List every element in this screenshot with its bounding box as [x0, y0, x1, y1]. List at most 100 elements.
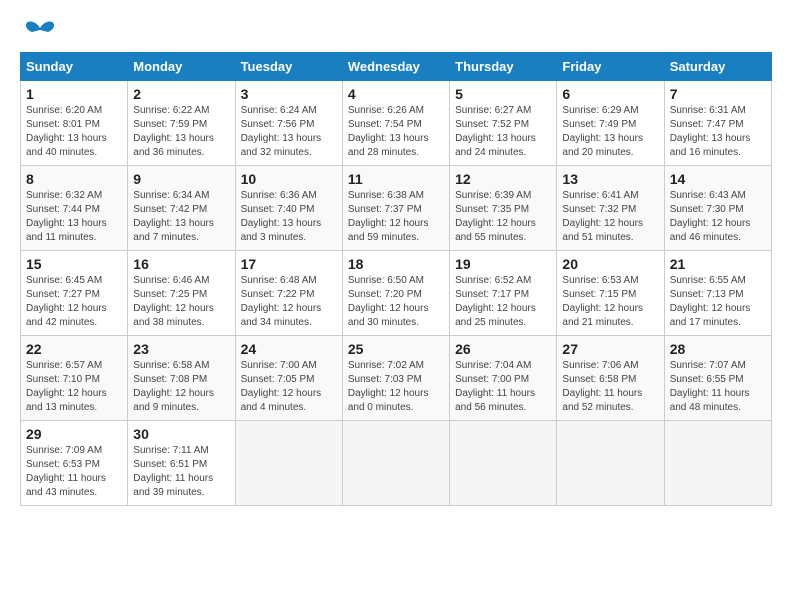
day-info: Sunrise: 7:02 AM Sunset: 7:03 PM Dayligh…	[348, 359, 444, 415]
day-info: Sunrise: 6:45 AM Sunset: 7:27 PM Dayligh…	[26, 274, 122, 330]
day-number: 25	[348, 341, 444, 357]
logo	[20, 20, 56, 42]
calendar-week-row: 22 Sunrise: 6:57 AM Sunset: 7:10 PM Dayli…	[21, 336, 772, 421]
day-number: 1	[26, 86, 122, 102]
day-info: Sunrise: 6:34 AM Sunset: 7:42 PM Dayligh…	[133, 189, 229, 245]
day-header-wednesday: Wednesday	[342, 53, 449, 81]
calendar-cell: 3Sunrise: 6:24 AM Sunset: 7:56 PM Daylig…	[235, 81, 342, 166]
day-number: 5	[455, 86, 551, 102]
calendar-cell: 4 Sunrise: 6:26 AM Sunset: 7:54 PM Daylig…	[342, 81, 449, 166]
calendar-cell: 27 Sunrise: 7:06 AM Sunset: 6:58 PM Dayli…	[557, 336, 664, 421]
calendar-cell: 6Sunrise: 6:29 AM Sunset: 7:49 PM Daylig…	[557, 81, 664, 166]
day-info: Sunrise: 7:06 AM Sunset: 6:58 PM Dayligh…	[562, 359, 658, 415]
calendar-cell: 12 Sunrise: 6:39 AM Sunset: 7:35 PM Dayli…	[450, 166, 557, 251]
calendar-cell	[450, 421, 557, 506]
day-info: Sunrise: 6:53 AM Sunset: 7:15 PM Dayligh…	[562, 274, 658, 330]
day-info: Sunrise: 6:31 AM Sunset: 7:47 PM Dayligh…	[670, 104, 766, 160]
day-info: Sunrise: 6:41 AM Sunset: 7:32 PM Dayligh…	[562, 189, 658, 245]
day-number: 22	[26, 341, 122, 357]
day-info: Sunrise: 6:55 AM Sunset: 7:13 PM Dayligh…	[670, 274, 766, 330]
day-info: Sunrise: 6:38 AM Sunset: 7:37 PM Dayligh…	[348, 189, 444, 245]
calendar-cell	[664, 421, 771, 506]
calendar-cell	[342, 421, 449, 506]
day-number: 19	[455, 256, 551, 272]
day-info: Sunrise: 6:57 AM Sunset: 7:10 PM Dayligh…	[26, 359, 122, 415]
calendar-cell: 1 Sunrise: 6:20 AM Sunset: 8:01 PM Daylig…	[21, 81, 128, 166]
day-number: 15	[26, 256, 122, 272]
day-info: Sunrise: 6:48 AM Sunset: 7:22 PM Dayligh…	[241, 274, 337, 330]
calendar-cell: 25 Sunrise: 7:02 AM Sunset: 7:03 PM Dayli…	[342, 336, 449, 421]
day-info: Sunrise: 7:00 AM Sunset: 7:05 PM Dayligh…	[241, 359, 337, 415]
day-number: 23	[133, 341, 229, 357]
logo-bird-icon	[24, 20, 56, 42]
calendar-week-row: 29 Sunrise: 7:09 AM Sunset: 6:53 PM Dayli…	[21, 421, 772, 506]
day-number: 30	[133, 426, 229, 442]
day-info: Sunrise: 7:07 AM Sunset: 6:55 PM Dayligh…	[670, 359, 766, 415]
calendar-week-row: 1 Sunrise: 6:20 AM Sunset: 8:01 PM Daylig…	[21, 81, 772, 166]
day-info: Sunrise: 6:39 AM Sunset: 7:35 PM Dayligh…	[455, 189, 551, 245]
day-number: 12	[455, 171, 551, 187]
day-info: Sunrise: 6:27 AM Sunset: 7:52 PM Dayligh…	[455, 104, 551, 160]
day-info: Sunrise: 6:20 AM Sunset: 8:01 PM Dayligh…	[26, 104, 122, 160]
calendar-cell: 7 Sunrise: 6:31 AM Sunset: 7:47 PM Daylig…	[664, 81, 771, 166]
calendar-cell: 23 Sunrise: 6:58 AM Sunset: 7:08 PM Dayli…	[128, 336, 235, 421]
day-number: 26	[455, 341, 551, 357]
calendar-cell: 18Sunrise: 6:50 AM Sunset: 7:20 PM Dayli…	[342, 251, 449, 336]
day-number: 21	[670, 256, 766, 272]
calendar-cell: 29 Sunrise: 7:09 AM Sunset: 6:53 PM Dayli…	[21, 421, 128, 506]
day-info: Sunrise: 7:04 AM Sunset: 7:00 PM Dayligh…	[455, 359, 551, 415]
day-header-sunday: Sunday	[21, 53, 128, 81]
day-header-tuesday: Tuesday	[235, 53, 342, 81]
calendar-cell: 26 Sunrise: 7:04 AM Sunset: 7:00 PM Dayli…	[450, 336, 557, 421]
calendar-header-row: SundayMondayTuesdayWednesdayThursdayFrid…	[21, 53, 772, 81]
day-header-friday: Friday	[557, 53, 664, 81]
day-info: Sunrise: 6:58 AM Sunset: 7:08 PM Dayligh…	[133, 359, 229, 415]
day-number: 6	[562, 86, 658, 102]
day-number: 13	[562, 171, 658, 187]
calendar-cell: 8 Sunrise: 6:32 AM Sunset: 7:44 PM Daylig…	[21, 166, 128, 251]
calendar-week-row: 15 Sunrise: 6:45 AM Sunset: 7:27 PM Dayli…	[21, 251, 772, 336]
day-header-monday: Monday	[128, 53, 235, 81]
day-number: 3	[241, 86, 337, 102]
calendar-cell: 11 Sunrise: 6:38 AM Sunset: 7:37 PM Dayli…	[342, 166, 449, 251]
calendar-cell: 13 Sunrise: 6:41 AM Sunset: 7:32 PM Dayli…	[557, 166, 664, 251]
day-number: 18	[348, 256, 444, 272]
day-header-saturday: Saturday	[664, 53, 771, 81]
day-number: 14	[670, 171, 766, 187]
page-header	[20, 20, 772, 42]
day-info: Sunrise: 6:26 AM Sunset: 7:54 PM Dayligh…	[348, 104, 444, 160]
day-number: 10	[241, 171, 337, 187]
day-number: 9	[133, 171, 229, 187]
calendar-cell: 24Sunrise: 7:00 AM Sunset: 7:05 PM Dayli…	[235, 336, 342, 421]
day-number: 29	[26, 426, 122, 442]
calendar-cell: 2 Sunrise: 6:22 AM Sunset: 7:59 PM Daylig…	[128, 81, 235, 166]
day-number: 8	[26, 171, 122, 187]
day-number: 16	[133, 256, 229, 272]
day-info: Sunrise: 6:43 AM Sunset: 7:30 PM Dayligh…	[670, 189, 766, 245]
day-info: Sunrise: 6:32 AM Sunset: 7:44 PM Dayligh…	[26, 189, 122, 245]
day-number: 2	[133, 86, 229, 102]
day-info: Sunrise: 6:22 AM Sunset: 7:59 PM Dayligh…	[133, 104, 229, 160]
day-number: 28	[670, 341, 766, 357]
day-info: Sunrise: 7:09 AM Sunset: 6:53 PM Dayligh…	[26, 444, 122, 500]
day-header-thursday: Thursday	[450, 53, 557, 81]
calendar-cell: 5 Sunrise: 6:27 AM Sunset: 7:52 PM Daylig…	[450, 81, 557, 166]
calendar-cell: 16Sunrise: 6:46 AM Sunset: 7:25 PM Dayli…	[128, 251, 235, 336]
calendar-cell: 22 Sunrise: 6:57 AM Sunset: 7:10 PM Dayli…	[21, 336, 128, 421]
calendar-cell: 15 Sunrise: 6:45 AM Sunset: 7:27 PM Dayli…	[21, 251, 128, 336]
calendar-table: SundayMondayTuesdayWednesdayThursdayFrid…	[20, 52, 772, 506]
calendar-cell: 28 Sunrise: 7:07 AM Sunset: 6:55 PM Dayli…	[664, 336, 771, 421]
calendar-cell: 10Sunrise: 6:36 AM Sunset: 7:40 PM Dayli…	[235, 166, 342, 251]
calendar-cell: 9 Sunrise: 6:34 AM Sunset: 7:42 PM Daylig…	[128, 166, 235, 251]
calendar-cell	[557, 421, 664, 506]
calendar-cell: 17Sunrise: 6:48 AM Sunset: 7:22 PM Dayli…	[235, 251, 342, 336]
day-number: 11	[348, 171, 444, 187]
calendar-cell: 19Sunrise: 6:52 AM Sunset: 7:17 PM Dayli…	[450, 251, 557, 336]
day-number: 4	[348, 86, 444, 102]
calendar-cell: 21 Sunrise: 6:55 AM Sunset: 7:13 PM Dayli…	[664, 251, 771, 336]
day-number: 27	[562, 341, 658, 357]
day-number: 7	[670, 86, 766, 102]
day-number: 20	[562, 256, 658, 272]
calendar-week-row: 8 Sunrise: 6:32 AM Sunset: 7:44 PM Daylig…	[21, 166, 772, 251]
calendar-cell: 30Sunrise: 7:11 AM Sunset: 6:51 PM Dayli…	[128, 421, 235, 506]
